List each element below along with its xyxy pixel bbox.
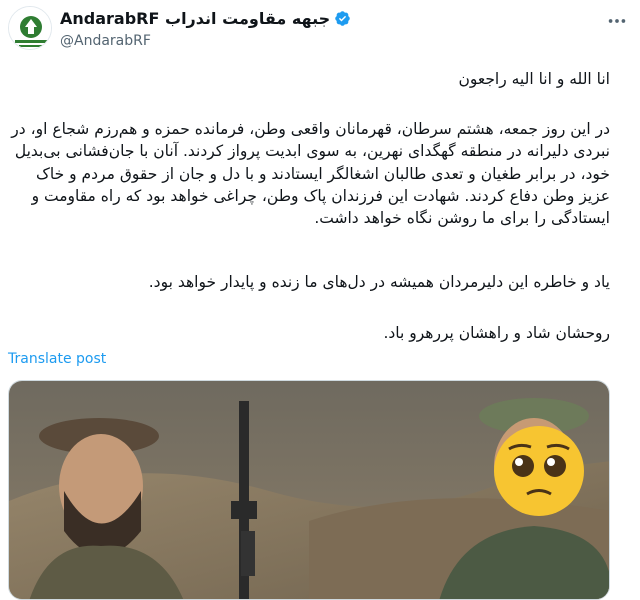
handle[interactable]: @AndarabRF [60,33,151,49]
photo-of-two-fighters-icon [9,381,609,599]
tweet-paragraph: یاد و خاطره این دلیرمردان همیشه در دل‌ها… [148,273,610,291]
avatar[interactable] [8,6,52,50]
display-name-text[interactable]: AndarabRF جبهه مقاومت اندراب [60,9,330,28]
tweet-paragraph: روحشان شاد و راهشان پررهرو باد. [383,324,610,342]
resistance-front-emblem-icon [9,7,51,49]
tweet-paragraph: در این روز جمعه، هشتم سرطان، قهرمانان وا… [11,120,610,228]
display-name[interactable]: AndarabRF جبهه مقاومت اندراب [60,9,351,28]
tweet-media-photo[interactable] [8,380,610,600]
verified-badge-icon [335,11,350,26]
tweet-header: AndarabRF جبهه مقاومت اندراب @AndarabRF [0,0,640,60]
pleading-face-emoji-icon [494,426,584,516]
translate-post-link[interactable]: Translate post [8,351,106,367]
tweet-paragraph: انا الله و انا الیه راجعون [458,70,610,88]
more-options-icon[interactable] [606,10,628,32]
